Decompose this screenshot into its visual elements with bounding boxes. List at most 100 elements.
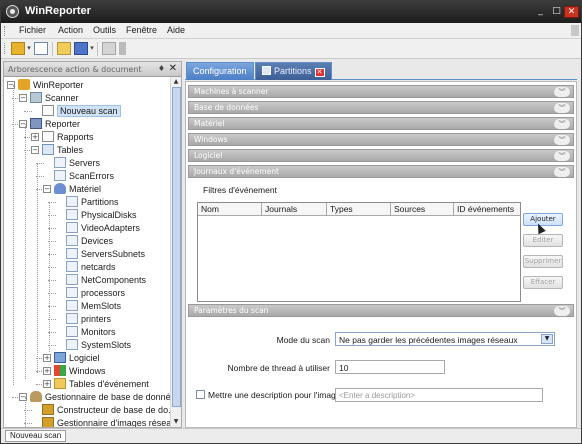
collapse-chevron-icon[interactable]: ︾ bbox=[554, 306, 570, 316]
column-header[interactable]: ID événements bbox=[454, 203, 520, 216]
tree-guide-line bbox=[37, 163, 38, 373]
description-checkbox[interactable] bbox=[196, 390, 205, 399]
description-input[interactable]: <Enter a description> bbox=[335, 388, 543, 402]
tree-item[interactable]: NetComponents bbox=[4, 274, 170, 286]
collapse-chevron-icon[interactable]: ︾ bbox=[554, 135, 570, 145]
collapse-chevron-icon[interactable]: ︾ bbox=[554, 119, 570, 129]
toolbar-separator bbox=[97, 42, 98, 56]
clear-button[interactable]: Effacer bbox=[523, 276, 563, 289]
tree-scrollbar[interactable]: ▲ ▼ bbox=[170, 77, 181, 427]
column-header[interactable]: Nom bbox=[198, 203, 262, 216]
section-bar[interactable]: Matériel ︾ bbox=[188, 117, 574, 130]
tree-item[interactable]: netcards bbox=[4, 261, 170, 273]
column-header[interactable]: Journals bbox=[262, 203, 327, 216]
tree-item[interactable]: − WinReporter bbox=[4, 79, 170, 91]
chevron-down-icon[interactable]: ▼ bbox=[541, 334, 553, 344]
tree-connector bbox=[24, 111, 32, 112]
section-bar[interactable]: Journaux d'événement ︾ bbox=[188, 165, 574, 178]
event-filters-table[interactable]: Nom Journals Types Sources ID événements bbox=[197, 202, 521, 302]
section-bar[interactable]: Logiciel ︾ bbox=[188, 149, 574, 162]
tree-item[interactable]: Devices bbox=[4, 235, 170, 247]
tree-item[interactable]: − Scanner bbox=[4, 92, 170, 104]
threads-input[interactable]: 10 bbox=[335, 360, 445, 374]
column-header[interactable]: Types bbox=[327, 203, 391, 216]
pin-icon[interactable]: ♦ bbox=[158, 64, 165, 73]
minimize-button[interactable]: _ bbox=[533, 6, 548, 18]
collapse-chevron-icon[interactable]: ︾ bbox=[554, 87, 570, 97]
tree-item[interactable]: Constructeur de base de do... bbox=[4, 404, 170, 416]
close-tab-icon[interactable]: ✕ bbox=[314, 68, 325, 77]
expand-icon[interactable]: + bbox=[43, 380, 51, 388]
expand-icon[interactable]: + bbox=[43, 354, 51, 362]
close-panel-icon[interactable]: ✕ bbox=[169, 63, 177, 74]
scroll-down-icon[interactable]: ▼ bbox=[171, 417, 181, 426]
tree-item[interactable]: PhysicalDisks bbox=[4, 209, 170, 221]
scroll-up-icon[interactable]: ▲ bbox=[171, 77, 181, 86]
add-icon[interactable] bbox=[11, 42, 25, 55]
tree-item[interactable]: MemSlots bbox=[4, 300, 170, 312]
tree-item-label: NetComponents bbox=[81, 275, 147, 285]
expand-icon[interactable]: + bbox=[31, 133, 39, 141]
tree-item[interactable]: + Rapports bbox=[4, 131, 170, 143]
column-header[interactable]: Sources bbox=[391, 203, 454, 216]
menu-outils[interactable]: Outils bbox=[93, 25, 116, 35]
menu-fichier[interactable]: Fichier bbox=[19, 25, 46, 35]
close-button[interactable]: ✕ bbox=[564, 6, 579, 18]
tree-item[interactable]: + Windows bbox=[4, 365, 170, 377]
tree-item[interactable]: Servers bbox=[4, 157, 170, 169]
collapse-icon[interactable]: − bbox=[19, 94, 27, 102]
section-bar[interactable]: Machines à scanner ︾ bbox=[188, 85, 574, 98]
grid-icon bbox=[66, 196, 78, 207]
toolbar-overflow-icon[interactable] bbox=[119, 42, 126, 55]
section-bar[interactable]: Base de données ︾ bbox=[188, 101, 574, 114]
menu-fenetre[interactable]: Fenêtre bbox=[126, 25, 157, 35]
collapse-chevron-icon[interactable]: ︾ bbox=[554, 151, 570, 161]
tab-partitions[interactable]: Partitions ✕ bbox=[255, 62, 332, 80]
tree-item[interactable]: + Tables d'événement bbox=[4, 378, 170, 390]
save-dropdown-icon[interactable]: ▾ bbox=[89, 42, 95, 55]
delete-button[interactable]: Supprimer bbox=[523, 255, 563, 268]
tree-item[interactable]: − Tables bbox=[4, 144, 170, 156]
scroll-thumb[interactable] bbox=[172, 87, 181, 407]
maximize-button[interactable]: □ bbox=[549, 6, 564, 18]
tree-item[interactable]: ServersSubnets bbox=[4, 248, 170, 260]
tree-item-label: Gestionnaire d'images réseau bbox=[57, 418, 170, 427]
tree-item[interactable]: VideoAdapters bbox=[4, 222, 170, 234]
tree-item[interactable]: − Matériel bbox=[4, 183, 170, 195]
tree-item[interactable]: ScanErrors bbox=[4, 170, 170, 182]
tree-guide-line bbox=[13, 85, 14, 385]
tree-item-label: Monitors bbox=[81, 327, 116, 337]
scan-mode-select[interactable]: Ne pas garder les précédentes images rés… bbox=[335, 332, 555, 346]
tree-item[interactable]: − Reporter bbox=[4, 118, 170, 130]
tree-item[interactable]: printers bbox=[4, 313, 170, 325]
tree-item-label: Tables d'événement bbox=[69, 379, 149, 389]
menu-action[interactable]: Action bbox=[58, 25, 83, 35]
tree-item[interactable]: Nouveau scan bbox=[4, 105, 170, 117]
tree-item[interactable]: SystemSlots bbox=[4, 339, 170, 351]
expand-icon[interactable]: + bbox=[43, 367, 51, 375]
tree-item[interactable]: Partitions bbox=[4, 196, 170, 208]
section-scan-params[interactable]: Paramètres du scan ︾ bbox=[188, 304, 574, 317]
save-icon[interactable] bbox=[74, 42, 88, 55]
tree-item[interactable]: processors bbox=[4, 287, 170, 299]
status-tab-nouveau-scan[interactable]: Nouveau scan bbox=[5, 430, 67, 442]
grid-icon bbox=[66, 235, 78, 246]
collapse-icon[interactable]: − bbox=[31, 146, 39, 154]
grid-icon bbox=[66, 209, 78, 220]
tree-item[interactable]: − Gestionnaire de base de données bbox=[4, 391, 170, 403]
tree-item[interactable]: + Logiciel bbox=[4, 352, 170, 364]
menu-aide[interactable]: Aide bbox=[167, 25, 185, 35]
new-form-icon[interactable] bbox=[34, 42, 48, 55]
collapse-chevron-icon[interactable]: ︾ bbox=[554, 167, 570, 177]
tree-item[interactable]: Gestionnaire d'images réseau bbox=[4, 417, 170, 427]
section-title: Journaux d'événement bbox=[194, 167, 279, 176]
open-folder-icon[interactable] bbox=[57, 42, 71, 55]
section-bar[interactable]: Windows ︾ bbox=[188, 133, 574, 146]
add-dropdown-icon[interactable]: ▾ bbox=[26, 42, 32, 55]
tree-item[interactable]: Monitors bbox=[4, 326, 170, 338]
tab-configuration[interactable]: Configuration bbox=[186, 62, 254, 80]
edit-button[interactable]: Editer bbox=[523, 234, 563, 247]
collapse-chevron-icon[interactable]: ︾ bbox=[554, 103, 570, 113]
collapse-icon[interactable]: − bbox=[43, 185, 51, 193]
print-icon[interactable] bbox=[102, 42, 116, 55]
